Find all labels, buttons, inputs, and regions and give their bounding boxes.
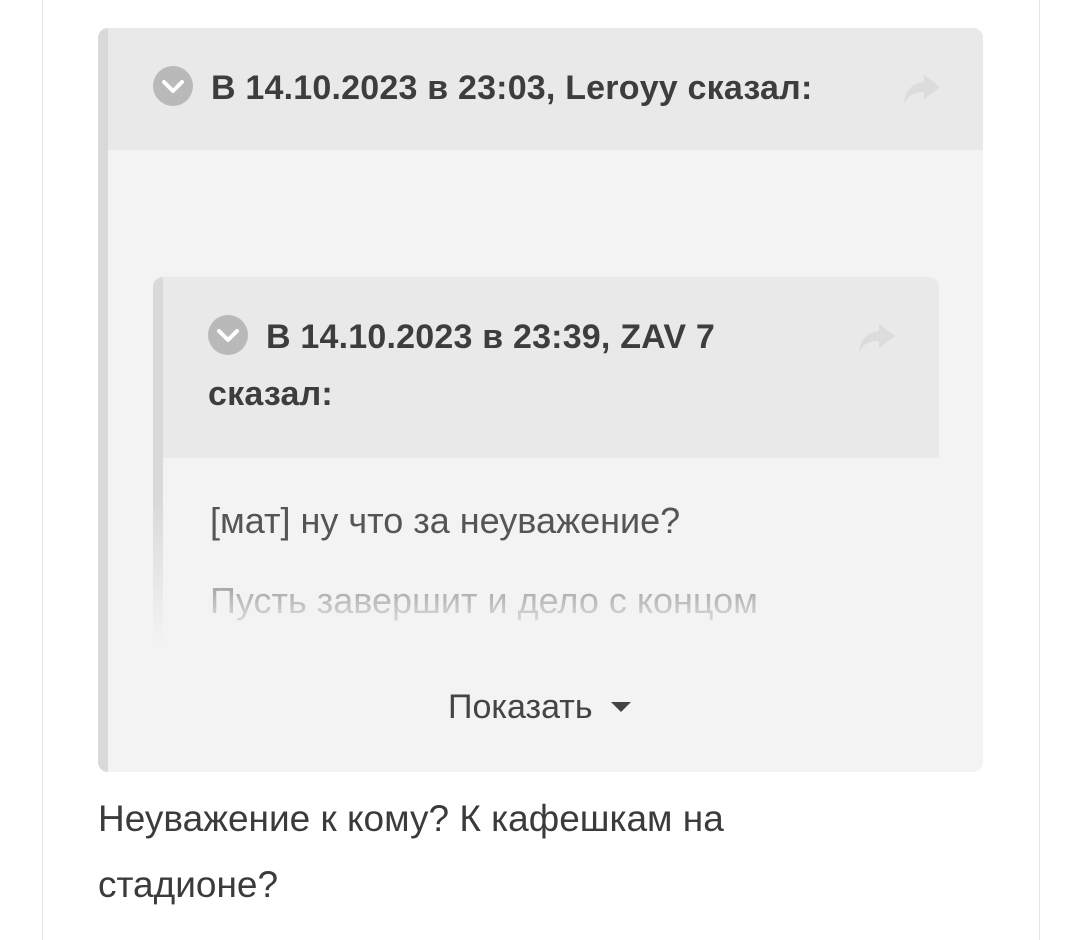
quote-text-line: Пусть завершит и дело с концом <box>210 580 758 621</box>
inner-quote-attribution[interactable]: В 14.10.2023 в 23:39, ZAV 7 <box>266 309 715 366</box>
post-text-line: стадионе? <box>98 864 279 905</box>
caret-down-icon <box>610 702 631 712</box>
share-arrow-icon[interactable] <box>857 322 897 356</box>
post-text-line: Неуважение к кому? К кафешкам на <box>98 798 724 839</box>
chevron-down-icon[interactable] <box>208 315 248 355</box>
outer-quote-attribution[interactable]: В 14.10.2023 в 23:03, Leroyy сказал: <box>211 60 813 117</box>
show-more-button[interactable]: Показать <box>448 684 631 730</box>
quote-text-line: [мат] ну что за неуважение? <box>210 500 681 541</box>
inner-quote-bar <box>153 277 163 645</box>
inner-quote-attribution-cont[interactable]: сказал: <box>208 366 333 423</box>
show-more-label: Показать <box>448 687 593 726</box>
post-body-text: Неуважение к кому? К кафешкам на стадион… <box>98 786 958 918</box>
chevron-down-icon[interactable] <box>153 66 193 106</box>
outer-quote-bar <box>98 28 108 772</box>
share-arrow-icon[interactable] <box>902 73 942 107</box>
